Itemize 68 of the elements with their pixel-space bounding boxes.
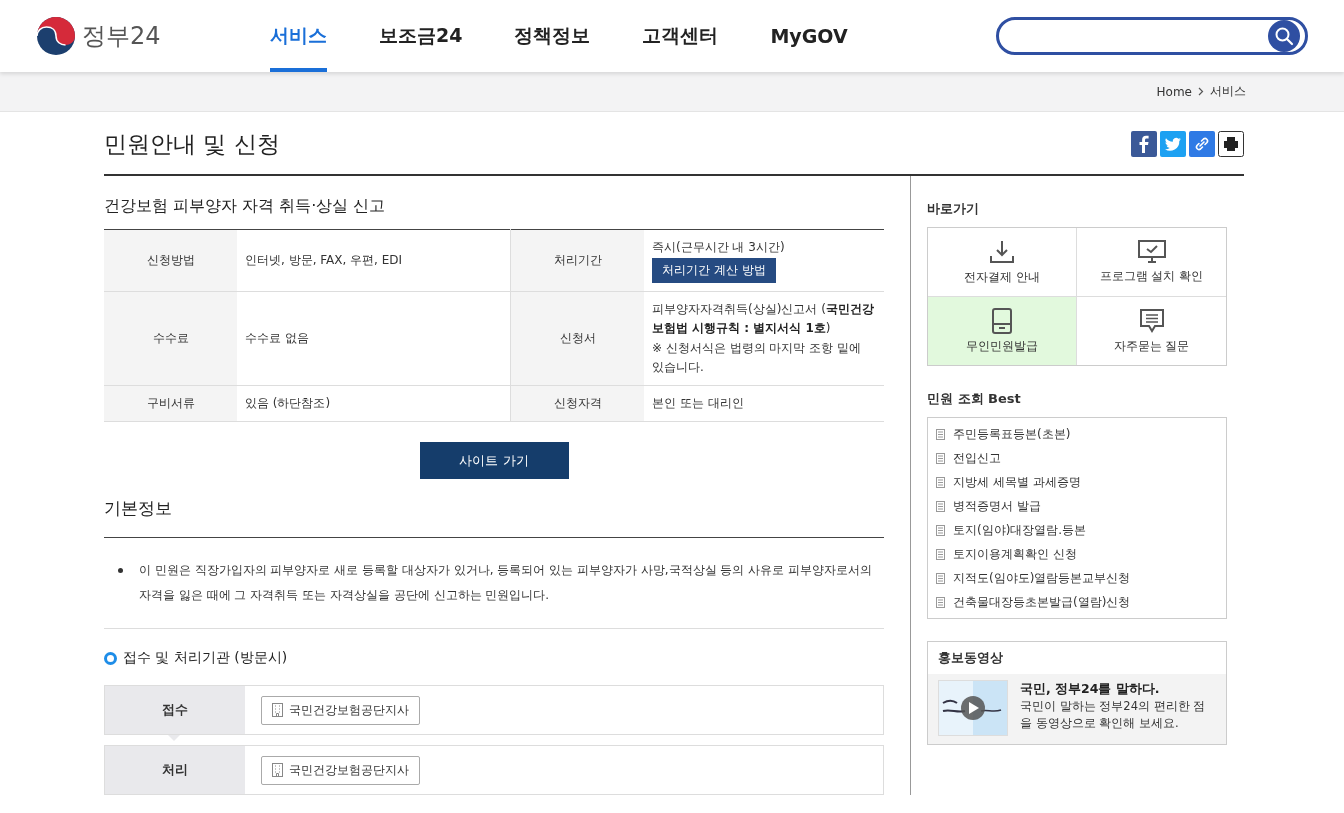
table-cell-text: 인터넷, 방문, FAX, 우편, EDI [245, 252, 403, 269]
building-icon [272, 703, 283, 717]
table-cell-text: 수수료 없음 [245, 330, 309, 347]
table-header-cell: 구비서류 [104, 385, 237, 422]
monitor-icon [1137, 239, 1166, 264]
table-cell-text: 피부양자자격취득(상실)신고서 (국민건강보험법 시행규칙 : 별지서식 1호) [652, 301, 875, 337]
video-headline[interactable]: 국민, 정부24를 말하다. [1020, 681, 1160, 696]
speech-bubble-icon [1138, 307, 1165, 334]
best-link[interactable]: 토지이용계획확인 신청 [953, 545, 1077, 563]
calc-method-button[interactable]: 처리기간 계산 방법 [652, 258, 776, 283]
shortcut-tile[interactable]: 전자결제 안내 [928, 228, 1077, 297]
bullet-icon [118, 568, 123, 573]
table-header-cell: 신청자격 [510, 385, 644, 422]
agency-label: 처리 [105, 746, 245, 794]
video-description: 국민이 말하는 정부24의 편리한 점을 동영상으로 확인해 보세요. [1020, 698, 1207, 732]
section-title: 기본정보 [104, 497, 884, 538]
best-link[interactable]: 지방세 세목별 과세증명 [953, 473, 1081, 491]
nav-tab[interactable]: 고객센터 [642, 0, 719, 72]
breadcrumb-link[interactable]: 서비스 [1210, 83, 1246, 100]
table-header-cell: 처리기간 [510, 229, 644, 292]
best-link[interactable]: 병적증명서 발급 [953, 497, 1041, 515]
document-icon [936, 476, 945, 488]
building-icon [272, 763, 283, 777]
table-header-cell: 수수료 [104, 291, 237, 386]
breadcrumb-link[interactable]: Home [1156, 84, 1192, 99]
logo-text[interactable]: 정부24 [82, 20, 161, 52]
site-button[interactable]: 사이트 가기 [419, 442, 569, 479]
ring-icon [104, 651, 117, 665]
table-cell-text: 즉시(근무시간 내 3시간) [652, 239, 785, 256]
kiosk-icon [992, 307, 1012, 334]
best-link[interactable]: 지적도(임야도)열람등본교부신청 [953, 569, 1131, 587]
table-cell-text: 있음 (하단참조) [245, 395, 331, 412]
section-title: 접수 및 처리기관 (방문시) [123, 649, 288, 667]
search-field[interactable] [996, 17, 1308, 55]
best-link[interactable]: 주민등록표등본(초본) [953, 425, 1071, 443]
agency-chip[interactable]: 국민건강보험공단지사 [261, 695, 420, 725]
table-header-cell: 신청서 [510, 291, 644, 386]
agency-label: 접수 [105, 686, 245, 734]
section-title: 민원 조회 Best [927, 390, 1022, 408]
chevron-icon [1198, 87, 1204, 96]
document-icon [936, 572, 945, 584]
nav-tab[interactable]: 보조금24 [379, 0, 463, 72]
page-title: 민원안내 및 신청 [104, 129, 280, 159]
table-cell-text: 본인 또는 대리인 [652, 395, 744, 412]
service-title: 건강보험 피부양자 자격 취득·상실 신고 [104, 196, 387, 217]
document-icon [936, 524, 945, 536]
document-icon [936, 428, 945, 440]
logo-icon[interactable] [36, 16, 76, 56]
nav-tab[interactable]: 정책정보 [514, 0, 591, 72]
document-icon [936, 548, 945, 560]
best-link[interactable]: 전입신고 [953, 449, 1001, 467]
download-icon [989, 238, 1015, 265]
section-title: 바로가기 [927, 200, 980, 218]
nav-tab[interactable]: MyGOV [770, 0, 848, 72]
document-icon [936, 500, 945, 512]
agency-chip[interactable]: 국민건강보험공단지사 [261, 755, 420, 785]
document-icon [936, 452, 945, 464]
search-icon[interactable] [1268, 20, 1300, 52]
best-link[interactable]: 토지(임야)대장열람.등본 [953, 521, 1087, 539]
link-icon[interactable] [1189, 131, 1215, 157]
document-icon [936, 596, 945, 608]
table-cell-text: ※ 신청서식은 법령의 마지막 조항 밑에 있습니다. [652, 340, 863, 376]
twitter-icon[interactable] [1160, 131, 1186, 157]
shortcut-tile[interactable]: 무인민원발급 [928, 297, 1077, 365]
table-header-cell: 신청방법 [104, 229, 237, 292]
facebook-icon[interactable] [1131, 131, 1157, 157]
description-text: 이 민원은 직장가입자의 피부양자로 새로 등록할 대상자가 있거나, 등록되어 있는 피부양자가 사망,국적상실 등의 사유로 피부양자로서의 자격을 잃은 때에 그 자격취득 또는 자격상실을 공단에 신고하는 민원입니다. [139, 562, 874, 604]
best-link[interactable]: 건축물대장등초본발급(열람)신청 [953, 593, 1131, 611]
